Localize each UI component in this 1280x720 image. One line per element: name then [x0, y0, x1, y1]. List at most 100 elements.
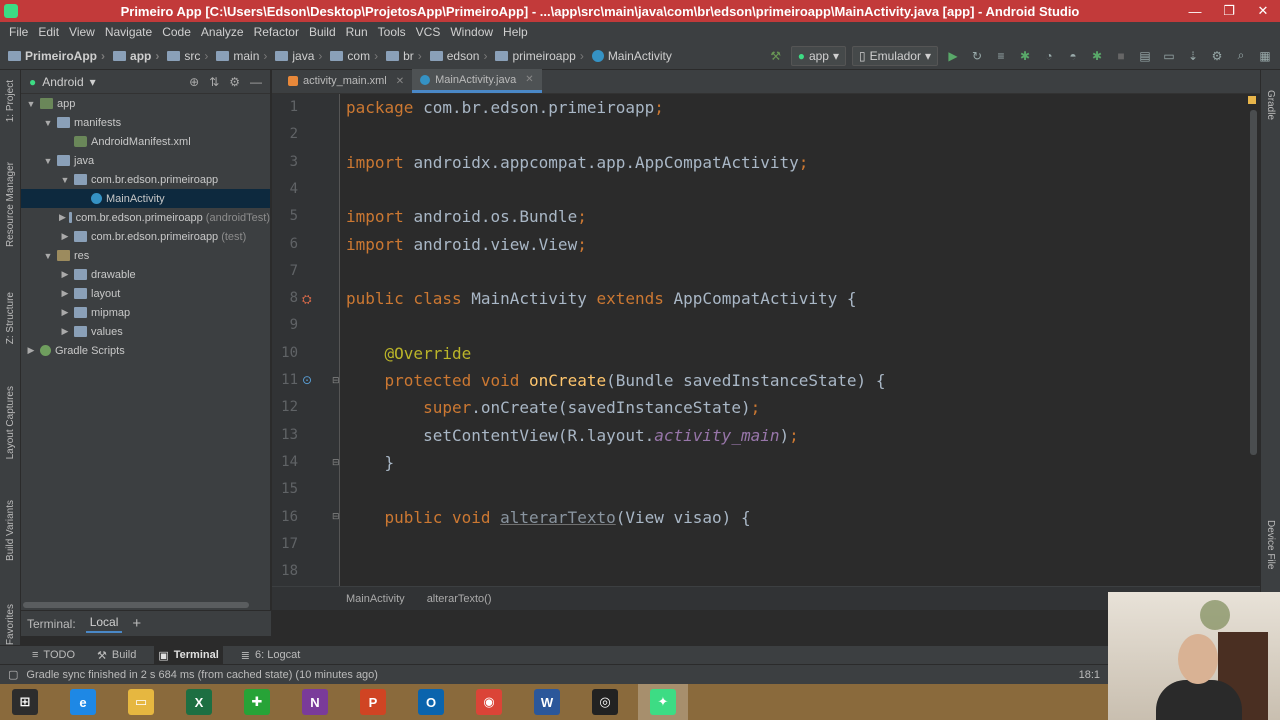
- expand-arrow-icon[interactable]: ▶: [59, 288, 71, 299]
- search-icon[interactable]: ⌕: [1232, 47, 1250, 65]
- make-project-icon[interactable]: ⚒: [767, 47, 785, 65]
- menu-code[interactable]: Code: [157, 25, 196, 39]
- menu-navigate[interactable]: Navigate: [100, 25, 157, 39]
- tree-item[interactable]: ▶ com.br.edson.primeiroapp (androidTest): [21, 208, 270, 227]
- code-line[interactable]: public class MainActivity extends AppCom…: [346, 285, 857, 312]
- bottom-tab[interactable]: ⚒ Build: [93, 649, 140, 662]
- code-line[interactable]: import android.os.Bundle;: [346, 203, 587, 230]
- editor-crumb-class[interactable]: MainActivity: [346, 593, 405, 605]
- locate-icon[interactable]: ⊕: [189, 75, 199, 89]
- taskbar-windows-start[interactable]: ⊞: [0, 684, 50, 720]
- tree-item[interactable]: ▼ com.br.edson.primeiroapp: [21, 170, 270, 189]
- tree-item[interactable]: ▶ Gradle Scripts: [21, 341, 270, 360]
- taskbar-obs[interactable]: ◎: [580, 684, 630, 720]
- menu-tools[interactable]: Tools: [373, 25, 411, 39]
- apply-code-changes-icon[interactable]: ≡: [992, 47, 1010, 65]
- expand-arrow-icon[interactable]: ▶: [25, 345, 37, 356]
- status-toggle-icon[interactable]: ▢: [8, 668, 18, 681]
- settings-icon[interactable]: ▦: [1256, 47, 1274, 65]
- close-button[interactable]: ✕: [1246, 3, 1280, 19]
- breadcrumb-project[interactable]: PrimeiroApp ›: [0, 49, 111, 63]
- status-message[interactable]: Gradle sync finished in 2 s 684 ms (from…: [26, 669, 378, 681]
- tool-tab-resource-manager[interactable]: Resource Manager: [0, 162, 21, 247]
- hide-icon[interactable]: —: [250, 75, 262, 89]
- breadcrumb-br[interactable]: br ›: [384, 49, 428, 63]
- gear-icon[interactable]: ⚙: [229, 75, 240, 89]
- caret-position[interactable]: 18:1: [1079, 669, 1100, 681]
- breadcrumb-com[interactable]: com ›: [328, 49, 384, 63]
- code-line[interactable]: public void alterarTexto(View visao) {: [346, 504, 751, 531]
- project-structure-icon[interactable]: ▤: [1136, 47, 1154, 65]
- warning-marker[interactable]: [1248, 96, 1256, 104]
- tree-item[interactable]: ▶ layout: [21, 284, 270, 303]
- tool-tab-structure[interactable]: Z: Structure: [0, 292, 21, 344]
- bottom-tab[interactable]: ≣ 6: Logcat: [237, 649, 304, 662]
- menu-build[interactable]: Build: [304, 25, 341, 39]
- chevron-down-icon[interactable]: ▾: [90, 75, 96, 89]
- menu-refactor[interactable]: Refactor: [249, 25, 304, 39]
- menu-window[interactable]: Window: [445, 25, 498, 39]
- tree-item[interactable]: ▼ java: [21, 151, 270, 170]
- taskbar-word[interactable]: W: [522, 684, 572, 720]
- project-view-select[interactable]: Android: [42, 75, 83, 89]
- code-line[interactable]: @Override: [346, 340, 472, 367]
- fold-icon[interactable]: ⊟: [332, 375, 340, 386]
- code-area[interactable]: package com.br.edson.primeiroapp; import …: [346, 94, 1246, 586]
- breadcrumb-edson[interactable]: edson ›: [428, 49, 494, 63]
- apply-changes-icon[interactable]: ↻: [968, 47, 986, 65]
- code-line[interactable]: protected void onCreate(Bundle savedInst…: [346, 367, 886, 394]
- tool-tab-gradle[interactable]: Gradle: [1260, 90, 1280, 120]
- bottom-tab[interactable]: ▣ Terminal: [154, 645, 223, 665]
- new-terminal-button[interactable]: +: [132, 615, 141, 632]
- tree-item[interactable]: ▶ drawable: [21, 265, 270, 284]
- run-icon[interactable]: ▶: [944, 47, 962, 65]
- collapse-icon[interactable]: ⇅: [209, 75, 219, 89]
- vertical-scrollbar[interactable]: [1250, 110, 1257, 455]
- gradle-sync-icon[interactable]: ⚙: [1208, 47, 1226, 65]
- code-line[interactable]: setContentView(R.layout.activity_main);: [346, 422, 799, 449]
- taskbar-powerpoint[interactable]: P: [348, 684, 398, 720]
- tree-item[interactable]: AndroidManifest.xml: [21, 132, 270, 151]
- breadcrumb-java[interactable]: java ›: [273, 49, 328, 63]
- expand-arrow-icon[interactable]: ▼: [42, 156, 54, 166]
- taskbar-file-explorer[interactable]: ▭: [116, 684, 166, 720]
- breadcrumb-mainactivity[interactable]: MainActivity: [590, 49, 674, 63]
- taskbar-chrome[interactable]: ◉: [464, 684, 514, 720]
- expand-arrow-icon[interactable]: ▶: [59, 269, 71, 280]
- profile-icon[interactable]: ◔: [1040, 47, 1058, 65]
- taskbar-internet-explorer[interactable]: e: [58, 684, 108, 720]
- terminal-body[interactable]: [21, 636, 271, 642]
- tool-tab-favorites[interactable]: Favorites: [0, 604, 21, 645]
- tool-tab-layout-captures[interactable]: Layout Captures: [0, 386, 21, 459]
- run-config-select[interactable]: ● app ▾: [790, 45, 846, 66]
- taskbar-project[interactable]: ✚: [232, 684, 282, 720]
- breadcrumb-primeiroapp[interactable]: primeiroapp ›: [493, 49, 589, 63]
- tree-item[interactable]: ▼ app: [21, 94, 270, 113]
- menu-run[interactable]: Run: [341, 25, 373, 39]
- tab-mainactivity-java[interactable]: MainActivity.java ✕: [412, 69, 542, 93]
- expand-arrow-icon[interactable]: ▼: [42, 118, 54, 128]
- menu-edit[interactable]: Edit: [33, 25, 64, 39]
- terminal-tab-local[interactable]: Local: [85, 615, 123, 633]
- expand-arrow-icon[interactable]: ▼: [25, 99, 37, 109]
- menu-help[interactable]: Help: [498, 25, 533, 39]
- expand-arrow-icon[interactable]: ▼: [42, 251, 54, 261]
- tool-tab-build-variants[interactable]: Build Variants: [0, 500, 21, 561]
- close-tab-icon[interactable]: ✕: [396, 76, 404, 87]
- bottom-tab[interactable]: ≡ TODO: [28, 649, 79, 661]
- fold-icon[interactable]: ⊟: [332, 511, 340, 522]
- sdk-manager-icon[interactable]: ⇣: [1184, 47, 1202, 65]
- code-line[interactable]: package com.br.edson.primeiroapp;: [346, 94, 664, 121]
- expand-arrow-icon[interactable]: ▼: [59, 175, 71, 185]
- expand-arrow-icon[interactable]: ▶: [59, 212, 66, 223]
- tree-item[interactable]: ▶ com.br.edson.primeiroapp (test): [21, 227, 270, 246]
- override-method-icon[interactable]: ⊙: [302, 373, 312, 387]
- taskbar-outlook[interactable]: O: [406, 684, 456, 720]
- menu-view[interactable]: View: [64, 25, 100, 39]
- breadcrumb-src[interactable]: src ›: [165, 49, 214, 63]
- tree-item[interactable]: ▶ mipmap: [21, 303, 270, 322]
- taskbar-onenote[interactable]: N: [290, 684, 340, 720]
- tree-item[interactable]: MainActivity: [21, 189, 270, 208]
- device-select[interactable]: ▯ Emulador ▾: [852, 45, 938, 66]
- attach-debugger-icon[interactable]: ◓: [1064, 47, 1082, 65]
